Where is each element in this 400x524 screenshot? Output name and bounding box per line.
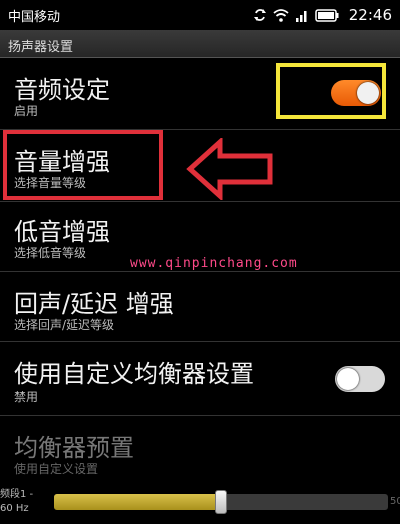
setting-subtitle: 启用 <box>14 104 39 118</box>
band-label-line2: 60 Hz <box>0 503 29 514</box>
sync-icon <box>253 9 266 21</box>
status-bar: 中国移动 22:46 <box>0 0 400 30</box>
band-slider-thumb[interactable] <box>215 490 227 514</box>
setting-title: 低音增强 <box>14 218 110 246</box>
highlight-box-red <box>3 130 163 200</box>
setting-subtitle: 选择低音等级 <box>14 246 87 260</box>
band-label-line1: 频段1 - <box>0 489 34 500</box>
setting-title: 使用自定义均衡器设置 <box>14 360 254 388</box>
watermark: www.qinpinchang.com <box>130 256 298 271</box>
setting-subtitle: 使用自定义设置 <box>14 462 99 476</box>
setting-equalizer-preset[interactable]: 均衡器预置 使用自定义设置 <box>0 416 400 486</box>
signal-icon <box>295 10 307 22</box>
status-icons: 22:46 <box>253 6 392 24</box>
wifi-icon <box>273 8 289 22</box>
band-slider-end-label: 50 <box>390 496 400 507</box>
setting-title: 回声/延迟 增强 <box>14 290 174 318</box>
band-slider-fill <box>54 494 221 510</box>
custom-equalizer-toggle[interactable] <box>335 366 385 392</box>
pointer-arrow-icon <box>186 138 273 200</box>
carrier-name: 中国移动 <box>8 9 61 25</box>
clock: 22:46 <box>348 6 392 24</box>
setting-echo-delay[interactable]: 回声/延迟 增强 选择回声/延迟等级 <box>0 272 400 342</box>
setting-subtitle: 禁用 <box>14 390 39 404</box>
setting-title: 音频设定 <box>14 76 110 104</box>
section-header: 扬声器设置 <box>0 30 400 58</box>
band-label: 频段1 - 60 Hz <box>0 488 33 516</box>
toggle-knob <box>337 368 359 390</box>
band-slider-row: 频段1 - 60 Hz 50 <box>0 486 400 524</box>
setting-subtitle: 选择回声/延迟等级 <box>14 318 115 332</box>
highlight-box-yellow <box>276 63 386 119</box>
setting-custom-equalizer[interactable]: 使用自定义均衡器设置 禁用 <box>0 342 400 416</box>
battery-icon <box>315 8 339 22</box>
page-title: 扬声器设置 <box>8 40 74 55</box>
setting-title: 均衡器预置 <box>14 434 134 462</box>
